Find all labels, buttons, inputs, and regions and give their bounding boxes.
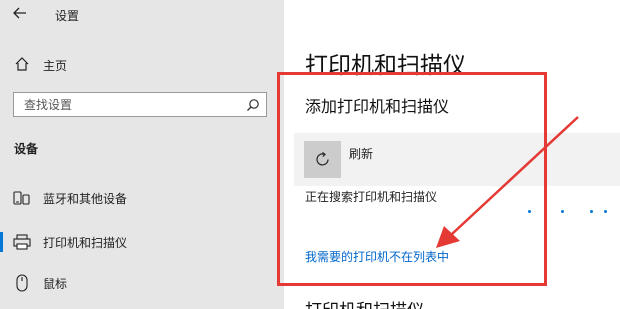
refresh-button[interactable] bbox=[304, 141, 341, 178]
main-content: 打印机和扫描仪 添加打印机和扫描仪 刷新 正在搜索打印机和扫描仪 我需要的打印机… bbox=[284, 0, 620, 309]
home-icon bbox=[14, 56, 30, 72]
printer-not-listed-link[interactable]: 我需要的打印机不在列表中 bbox=[305, 248, 449, 265]
printers-list-heading: 打印机和扫描仪 bbox=[305, 296, 424, 309]
sidebar-item-label: 主页 bbox=[43, 59, 68, 73]
refresh-icon bbox=[316, 152, 329, 166]
app-title: 设置 bbox=[55, 9, 80, 23]
settings-window: 设置 主页 设备 bbox=[0, 0, 620, 309]
progress-dots bbox=[524, 210, 614, 216]
progress-dot bbox=[590, 210, 593, 213]
sidebar-item-mouse[interactable]: 鼠标 bbox=[0, 270, 284, 296]
sidebar-item-bluetooth[interactable]: 蓝牙和其他设备 bbox=[0, 185, 284, 211]
search-icon[interactable] bbox=[246, 97, 260, 111]
sidebar: 设置 主页 设备 bbox=[0, 0, 284, 309]
add-printers-heading: 添加打印机和扫描仪 bbox=[305, 97, 450, 116]
sidebar-item-label: 鼠标 bbox=[43, 277, 68, 291]
section-label: 设备 bbox=[14, 142, 39, 156]
progress-dot bbox=[561, 210, 564, 213]
progress-dot bbox=[528, 210, 531, 213]
sidebar-item-printers[interactable]: 打印机和扫描仪 bbox=[0, 229, 284, 255]
search-input[interactable] bbox=[14, 93, 249, 116]
sidebar-item-label: 蓝牙和其他设备 bbox=[43, 192, 128, 206]
sidebar-item-home[interactable]: 主页 bbox=[0, 52, 284, 78]
page-title: 打印机和扫描仪 bbox=[305, 53, 466, 79]
printer-icon bbox=[13, 233, 31, 251]
refresh-label: 刷新 bbox=[349, 147, 374, 161]
refresh-row[interactable]: 刷新 bbox=[294, 133, 620, 186]
searching-status: 正在搜索打印机和扫描仪 bbox=[305, 190, 438, 204]
progress-dot bbox=[604, 210, 607, 213]
search-field[interactable] bbox=[13, 92, 267, 117]
selection-indicator bbox=[0, 232, 3, 252]
mouse-icon bbox=[13, 274, 31, 292]
back-arrow-icon[interactable] bbox=[10, 6, 30, 24]
sidebar-item-label: 打印机和扫描仪 bbox=[43, 236, 128, 250]
bluetooth-devices-icon bbox=[13, 189, 31, 207]
